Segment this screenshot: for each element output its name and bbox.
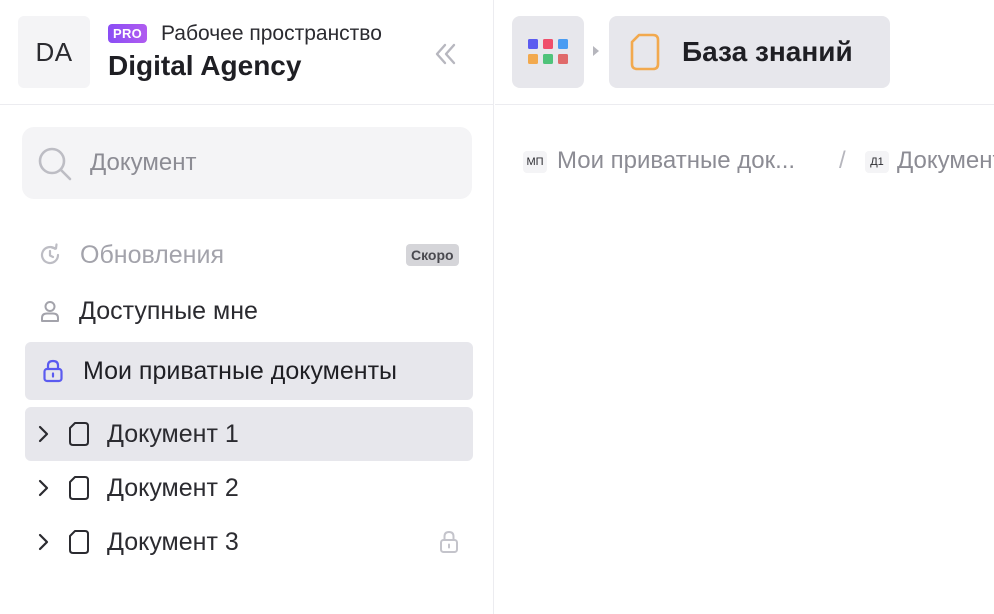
double-chevron-left-icon <box>435 43 456 65</box>
pro-badge: PRO <box>108 24 148 43</box>
breadcrumb-item-document[interactable]: Д1 Документ 1 <box>865 145 994 179</box>
knowledge-base-button[interactable]: База знаний <box>609 16 890 88</box>
chevron-right-icon[interactable] <box>33 531 53 553</box>
workspace-avatar[interactable]: DA <box>18 16 90 88</box>
apps-grid-icon <box>528 39 568 64</box>
workspace-subtitle: Рабочее пространство <box>161 22 382 45</box>
document-icon <box>69 530 89 554</box>
topbar: База знаний <box>495 0 994 105</box>
workspace-title[interactable]: Digital Agency <box>108 50 301 82</box>
nav-item-label: Обновления <box>80 241 224 269</box>
main-area: База знаний МП Мои приватные док... / Д1… <box>495 0 994 614</box>
apps-grid-button[interactable] <box>512 16 584 88</box>
nav-item-label: Доступные мне <box>79 297 258 325</box>
document-icon <box>69 422 89 446</box>
breadcrumb-arrow-icon <box>593 46 599 56</box>
chevron-right-icon[interactable] <box>33 423 53 445</box>
user-icon <box>41 301 59 322</box>
breadcrumb-abbr: МП <box>523 151 547 173</box>
app: DA PRO Рабочее пространство Digital Agen… <box>0 0 994 614</box>
lock-icon <box>440 530 458 553</box>
document-icon <box>69 476 89 500</box>
collapse-sidebar-button[interactable] <box>426 34 466 74</box>
nav-item-shared[interactable]: Доступные мне <box>25 284 473 338</box>
breadcrumb-label: Мои приватные док... <box>557 147 796 174</box>
chevron-right-icon[interactable] <box>33 477 53 499</box>
breadcrumb-label: Документ 1 <box>897 147 994 174</box>
breadcrumb-item-private-docs[interactable]: МП Мои приватные док... <box>523 145 823 179</box>
doc-row-label: Документ 2 <box>107 474 239 502</box>
document-icon <box>630 33 660 71</box>
doc-row[interactable]: Документ 1 <box>25 407 473 461</box>
search-input[interactable] <box>90 145 450 181</box>
soon-badge: Скоро <box>406 244 459 266</box>
doc-row[interactable]: Документ 3 <box>25 515 473 569</box>
sidebar: DA PRO Рабочее пространство Digital Agen… <box>0 0 494 614</box>
search-box[interactable] <box>22 127 472 199</box>
doc-row[interactable]: Документ 2 <box>25 461 473 515</box>
doc-row-label: Документ 3 <box>107 528 239 556</box>
breadcrumb-separator: / <box>839 147 846 174</box>
nav-item-label: Мои приватные документы <box>83 357 398 385</box>
lock-icon <box>43 359 63 383</box>
refresh-clock-icon <box>40 243 60 265</box>
doc-row-label: Документ 1 <box>107 420 239 448</box>
workspace-header: DA PRO Рабочее пространство Digital Agen… <box>0 0 494 105</box>
breadcrumb-abbr: Д1 <box>865 151 889 173</box>
search-icon <box>38 147 72 181</box>
nav-item-private-docs[interactable]: Мои приватные документы <box>25 342 473 400</box>
knowledge-base-title: База знаний <box>682 36 853 67</box>
